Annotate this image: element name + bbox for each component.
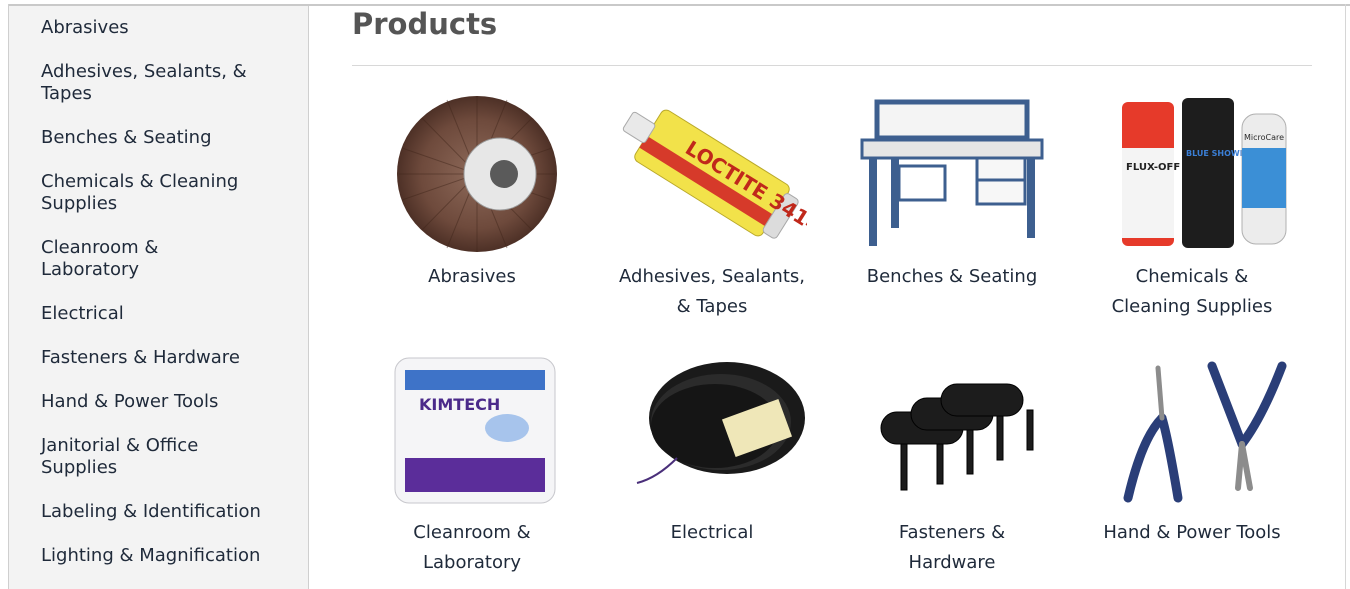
product-tile-hand-power-tools[interactable]: Hand & Power Tools: [1077, 348, 1307, 588]
product-tile-abrasives[interactable]: Abrasives: [357, 88, 587, 328]
wipes-pack-image: KIMTECH: [394, 357, 556, 504]
sidebar-item-hand-power-tools[interactable]: Hand & Power Tools: [41, 391, 291, 413]
sidebar-item-lighting[interactable]: Lighting & Magnification: [41, 545, 291, 567]
product-tile-benches[interactable]: Benches & Seating: [837, 88, 1067, 328]
product-label-benches: Benches & Seating: [866, 266, 1038, 287]
sidebar-item-janitorial[interactable]: Janitorial & Office Supplies: [41, 435, 291, 479]
wire-spool-image: [636, 362, 805, 484]
sidebar-item-electrical[interactable]: Electrical: [41, 303, 291, 325]
workbench-image: [860, 99, 1044, 246]
category-sidebar: Abrasives Adhesives, Sealants, & Tapes B…: [9, 6, 309, 589]
sidebar-item-chemicals[interactable]: Chemicals & Cleaning Supplies: [41, 171, 291, 215]
adhesive-cartridge-image: LOCTITE 3414: [622, 109, 807, 239]
plastic-clips-image: [880, 383, 1034, 491]
product-tile-cleanroom[interactable]: KIMTECH Cleanroom & Laboratory: [357, 348, 587, 588]
flap-wheel-image: [397, 96, 557, 252]
product-label-electrical: Electrical: [670, 522, 754, 543]
sidebar-item-benches[interactable]: Benches & Seating: [41, 127, 291, 149]
product-tile-adhesives[interactable]: LOCTITE 3414 Adhesives, Sealants, & Tape…: [597, 88, 827, 328]
sidebar-item-abrasives[interactable]: Abrasives: [41, 17, 291, 39]
wipes-brand-text: KIMTECH: [419, 395, 500, 414]
sidebar-item-cleanroom[interactable]: Cleanroom & Laboratory: [41, 237, 291, 281]
can1-label: FLUX-OFF: [1126, 162, 1180, 173]
sidebar-item-fasteners[interactable]: Fasteners & Hardware: [41, 347, 291, 369]
product-label-abrasives: Abrasives: [428, 266, 516, 287]
product-label-hand-power-tools: Hand & Power Tools: [1103, 522, 1281, 543]
aerosol-cans-image: FLUX-OFF BLUE SHOWER MicroCare: [1122, 98, 1287, 248]
sidebar-item-labeling[interactable]: Labeling & Identification: [41, 501, 291, 523]
product-tile-chemicals[interactable]: FLUX-OFF BLUE SHOWER MicroCare Chemicals…: [1077, 88, 1307, 328]
page-title: Products: [352, 7, 498, 41]
product-label-chemicals: Chemicals & Cleaning Supplies: [1111, 266, 1273, 317]
page-frame-right: [1345, 4, 1346, 589]
product-label-adhesives: Adhesives, Sealants, & Tapes: [619, 266, 805, 317]
product-label-cleanroom: Cleanroom & Laboratory: [413, 522, 531, 573]
can3-label: MicroCare: [1244, 133, 1284, 142]
product-tile-electrical[interactable]: Electrical: [597, 348, 827, 588]
pliers-image: [1123, 361, 1287, 503]
product-label-fasteners: Fasteners & Hardware: [898, 522, 1006, 573]
product-tile-fasteners[interactable]: Fasteners & Hardware: [837, 348, 1067, 588]
title-divider: [352, 65, 1312, 66]
sidebar-item-adhesives[interactable]: Adhesives, Sealants, & Tapes: [41, 61, 291, 105]
